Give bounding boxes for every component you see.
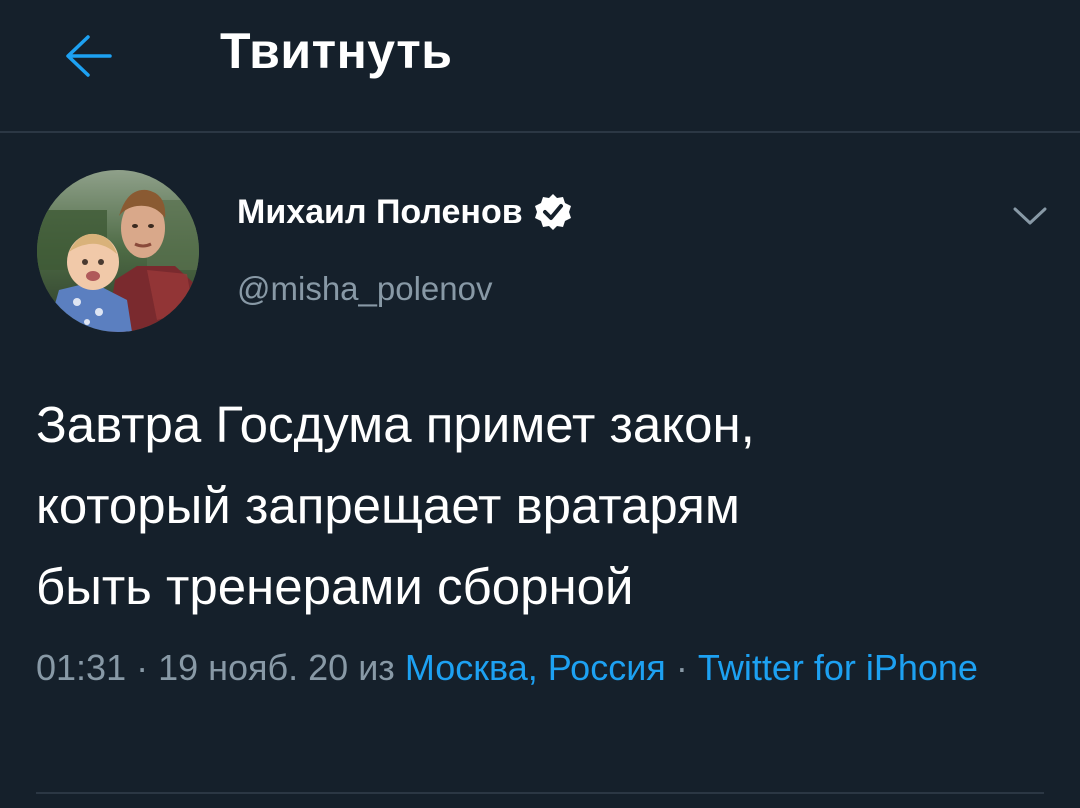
chevron-down-icon: [1013, 207, 1047, 225]
user-handle[interactable]: @misha_polenov: [237, 270, 492, 308]
page-title: Твитнуть: [220, 23, 453, 79]
tweet-text: Завтра Госдума примет закон, который зап…: [36, 396, 755, 615]
tweet-location-link[interactable]: Москва, Россия: [405, 647, 666, 688]
arrow-left-icon: [66, 35, 112, 77]
verified-badge-icon: [534, 194, 571, 230]
back-button[interactable]: [56, 24, 120, 88]
meta-separator: ·: [675, 647, 688, 688]
avatar-photo: [37, 170, 199, 332]
tweet-timestamp[interactable]: 01:31 · 19 нояб. 20 из: [36, 647, 395, 688]
display-name[interactable]: Михаил Поленов: [237, 192, 573, 232]
display-name-text: Михаил Поленов: [237, 192, 523, 231]
divider: [36, 792, 1044, 794]
avatar[interactable]: [37, 170, 199, 332]
tweet-menu-button[interactable]: [1008, 196, 1052, 236]
tweet-meta: 01:31 · 19 нояб. 20 из Москва, Россия · …: [36, 640, 1046, 696]
tweet-source-link[interactable]: Twitter for iPhone: [698, 647, 978, 688]
top-bar: Твитнуть: [0, 0, 1080, 133]
